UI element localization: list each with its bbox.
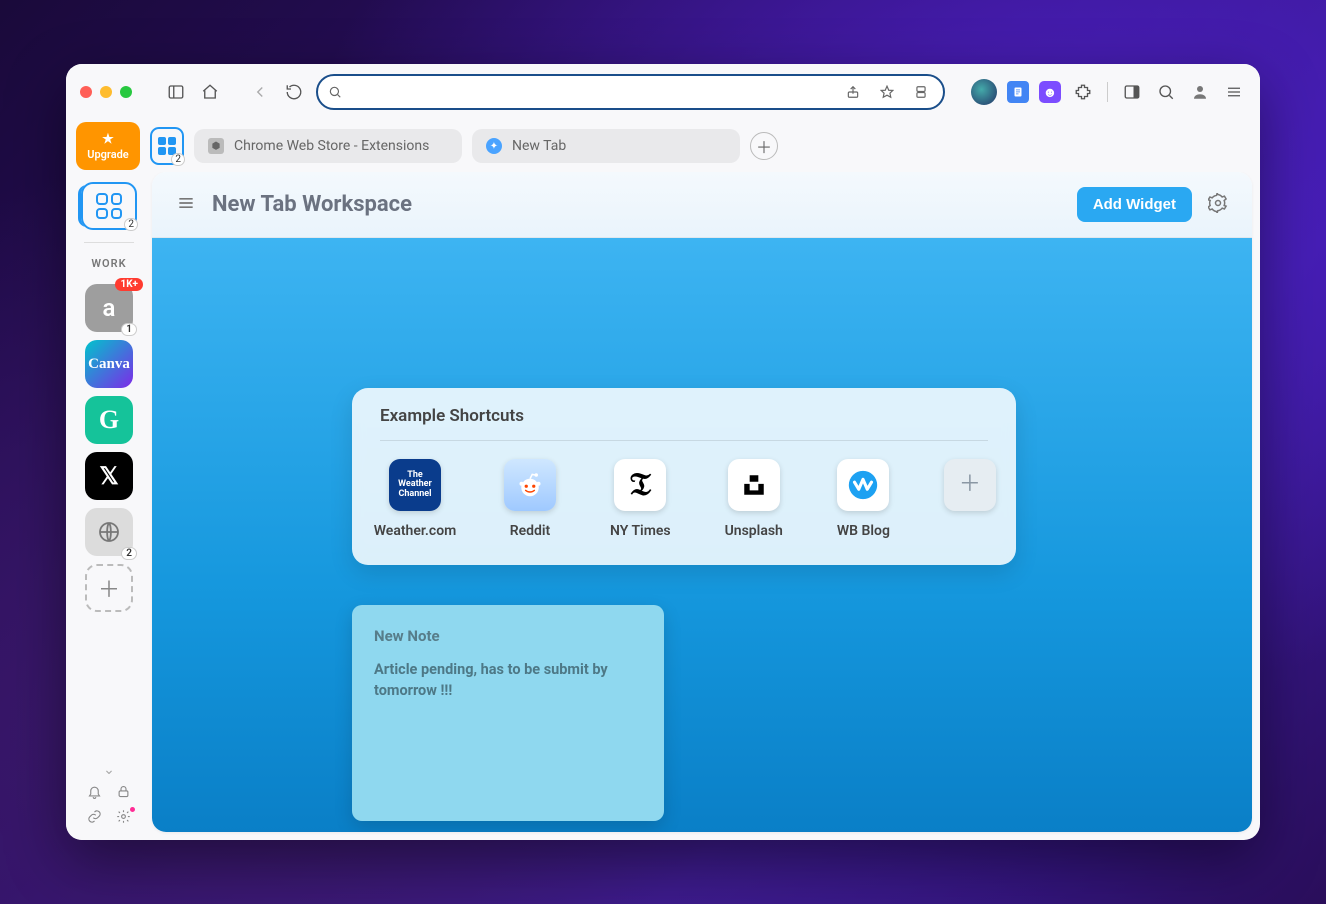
shortcut-reddit[interactable]: Reddit xyxy=(504,459,556,539)
canva-logo-text: Canva xyxy=(88,356,130,373)
shortcut-wb-blog[interactable]: WB Blog xyxy=(837,459,890,539)
shortcut-label: Reddit xyxy=(510,523,551,539)
bookmark-star-icon[interactable] xyxy=(875,80,899,104)
sidebar: WORK a 1K+ 1 Canva G 𝕏 2 xyxy=(66,172,152,840)
shortcut-label: Weather.com xyxy=(374,523,457,539)
shortcut-unsplash[interactable]: Unsplash xyxy=(725,459,783,539)
shortcuts-row: The Weather Channel Weather.com Reddit 𝔗… xyxy=(380,441,988,539)
home-icon[interactable] xyxy=(198,80,222,104)
shortcut-label: Unsplash xyxy=(725,523,783,539)
x-logo-icon: 𝕏 xyxy=(99,462,118,490)
content-pane: New Tab Workspace Add Widget Example Sho… xyxy=(152,172,1252,832)
sidebar-app-a[interactable]: a 1K+ 1 xyxy=(85,284,133,332)
tab-chrome-web-store[interactable]: ⬢ Chrome Web Store - Extensions xyxy=(194,129,462,163)
sidebar-app-canva[interactable]: Canva xyxy=(85,340,133,388)
shortcut-label: NY Times xyxy=(610,523,671,539)
hamburger-icon[interactable] xyxy=(176,193,196,217)
webstore-favicon-icon: ⬢ xyxy=(208,138,224,154)
shortcuts-title: Example Shortcuts xyxy=(380,406,988,441)
sidebar-workspace-active[interactable] xyxy=(81,182,137,230)
g-logo-text: G xyxy=(99,405,119,435)
star-icon: ★ xyxy=(102,132,114,147)
reddit-icon xyxy=(504,459,556,511)
nytimes-icon: 𝔗 xyxy=(614,459,666,511)
browser-window: ☻ ★ Upgrade ⬢ Chrome Web Store - Extensi… xyxy=(66,64,1260,840)
body: WORK a 1K+ 1 Canva G 𝕏 2 xyxy=(66,172,1260,840)
extension-avatar-icon[interactable] xyxy=(971,79,997,105)
upgrade-label: Upgrade xyxy=(87,148,128,161)
workspace-canvas[interactable]: Example Shortcuts The Weather Channel We… xyxy=(152,238,1252,832)
minimize-window-button[interactable] xyxy=(100,86,112,98)
shortcut-weather[interactable]: The Weather Channel Weather.com xyxy=(380,459,450,539)
tab-group-indicator[interactable] xyxy=(150,127,184,165)
workspace-title: New Tab Workspace xyxy=(212,192,412,217)
reload-icon[interactable] xyxy=(282,80,306,104)
menu-icon[interactable] xyxy=(1222,80,1246,104)
shortcut-label: WB Blog xyxy=(837,523,890,539)
unsplash-icon xyxy=(728,459,780,511)
reader-panel-icon[interactable] xyxy=(1120,80,1144,104)
note-title: New Note xyxy=(374,627,642,645)
address-input[interactable] xyxy=(350,84,833,100)
shortcut-add[interactable]: ＋ xyxy=(944,459,996,539)
workspace-header: New Tab Workspace Add Widget xyxy=(152,172,1252,238)
toolbar-divider xyxy=(1107,82,1108,102)
extension-smiley-icon[interactable]: ☻ xyxy=(1039,81,1061,103)
chevron-down-icon[interactable]: ⌄ xyxy=(103,762,115,778)
search-toolbar-icon[interactable] xyxy=(1154,80,1178,104)
upgrade-button[interactable]: ★ Upgrade xyxy=(76,122,140,170)
tab-label: New Tab xyxy=(512,138,566,154)
window-controls xyxy=(80,86,132,98)
newtab-favicon-icon: ✦ xyxy=(486,138,502,154)
globe-icon xyxy=(97,520,121,544)
tab-strip: ★ Upgrade ⬢ Chrome Web Store - Extension… xyxy=(66,120,1260,172)
grid-icon xyxy=(158,137,176,155)
browser-toolbar: ☻ xyxy=(66,64,1260,120)
extensions-puzzle-icon[interactable] xyxy=(1071,80,1095,104)
app-letter: a xyxy=(103,294,116,322)
extension-docs-icon[interactable] xyxy=(1007,81,1029,103)
weather-channel-icon: The Weather Channel xyxy=(389,459,441,511)
shortcuts-widget[interactable]: Example Shortcuts The Weather Channel We… xyxy=(352,388,1016,565)
shortcut-nytimes[interactable]: 𝔗 NY Times xyxy=(610,459,671,539)
wb-blog-icon xyxy=(837,459,889,511)
add-widget-button[interactable]: Add Widget xyxy=(1077,187,1192,222)
tab-new-tab[interactable]: ✦ New Tab xyxy=(472,129,740,163)
sidebar-app-x[interactable]: 𝕏 xyxy=(85,452,133,500)
badge-count: 2 xyxy=(121,547,137,560)
sidebar-app-web[interactable]: 2 xyxy=(85,508,133,556)
grid-icon xyxy=(96,193,122,219)
search-icon xyxy=(328,85,342,99)
divider xyxy=(84,242,134,243)
fullscreen-window-button[interactable] xyxy=(120,86,132,98)
badge-count: 1 xyxy=(121,323,137,336)
note-body: Article pending, has to be submit by tom… xyxy=(374,659,642,701)
workspace-settings-icon[interactable] xyxy=(1208,193,1228,217)
profile-icon[interactable] xyxy=(1188,80,1212,104)
sidebar-app-grammarly[interactable]: G xyxy=(85,396,133,444)
notification-dot-icon xyxy=(130,807,135,812)
sidebar-footer: ⌄ xyxy=(66,762,152,832)
settings-gear-icon[interactable] xyxy=(116,809,131,828)
note-widget[interactable]: New Note Article pending, has to be subm… xyxy=(352,605,664,821)
lock-icon[interactable] xyxy=(116,784,131,803)
sidebar-add-button[interactable]: ＋ xyxy=(85,564,133,612)
tab-label: Chrome Web Store - Extensions xyxy=(234,138,429,154)
link-icon[interactable] xyxy=(87,809,102,828)
share-icon[interactable] xyxy=(841,80,865,104)
sidebar-toggle-icon[interactable] xyxy=(164,80,188,104)
back-icon[interactable] xyxy=(248,80,272,104)
badge-1k: 1K+ xyxy=(115,278,143,291)
install-app-icon[interactable] xyxy=(909,80,933,104)
address-bar[interactable] xyxy=(316,74,945,110)
sidebar-section-label: WORK xyxy=(91,257,126,270)
new-tab-button[interactable]: ＋ xyxy=(750,132,778,160)
close-window-button[interactable] xyxy=(80,86,92,98)
plus-icon: ＋ xyxy=(944,459,996,511)
bell-icon[interactable] xyxy=(87,784,102,803)
